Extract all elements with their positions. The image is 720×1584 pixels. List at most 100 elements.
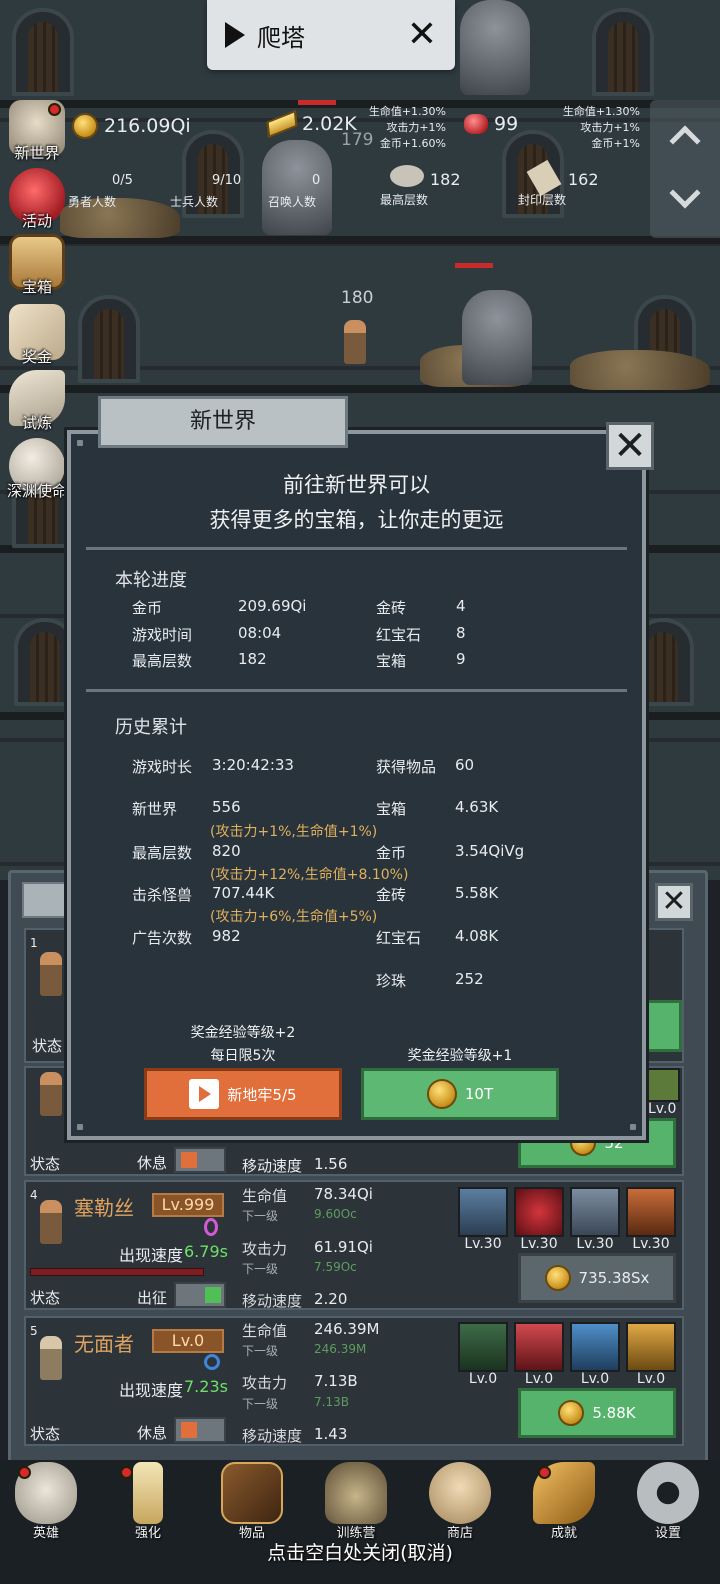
- stat-value: 252: [455, 970, 484, 988]
- appear-speed-value: 7.23s: [184, 1377, 228, 1396]
- enemy-hp-bar: [455, 263, 493, 268]
- bonus-line: 金币+1.60%: [379, 137, 446, 150]
- nav-shop[interactable]: 商店: [420, 1462, 500, 1541]
- chevron-up-icon[interactable]: [669, 125, 701, 157]
- ruby-value: 99: [494, 113, 519, 135]
- modal-title: 新世界: [98, 396, 348, 448]
- chevron-down-icon[interactable]: [669, 177, 701, 209]
- helmet-icon[interactable]: [626, 1322, 676, 1372]
- gold-button-label: 10T: [464, 1085, 494, 1103]
- boots-icon[interactable]: [570, 1322, 620, 1372]
- equipment-level: Lv.30: [520, 1236, 558, 1252]
- new-dungeon-ad-button[interactable]: 新地牢5/5: [144, 1068, 342, 1120]
- atk-label: 攻击力: [242, 1374, 288, 1392]
- move-speed-label: 移动速度: [242, 1157, 303, 1175]
- stat-value: 4.08K: [455, 927, 499, 945]
- side-item-abyss-mission[interactable]: 深渊使命: [2, 438, 72, 501]
- stat-label: 宝箱: [376, 652, 407, 670]
- stat-value: 4.63K: [455, 798, 499, 816]
- appear-speed-value: 6.79s: [184, 1242, 228, 1261]
- new-world-gold-button[interactable]: 10T: [361, 1068, 559, 1120]
- toggle-knob: [181, 1422, 197, 1438]
- side-item-label: 试炼: [21, 414, 52, 432]
- stat-value: 982: [212, 927, 241, 945]
- nav-training-camp[interactable]: 训练营: [316, 1462, 396, 1541]
- atk-label: 攻击力: [242, 1240, 288, 1258]
- video-ad-icon: [189, 1079, 220, 1109]
- side-item-label: 奖金: [21, 348, 52, 366]
- stat-value: 8: [456, 624, 466, 642]
- stat-bonus: (攻击力+1%,生命值+1%): [210, 824, 378, 840]
- equipment-level: Lv.30: [464, 1236, 502, 1252]
- notification-dot: [18, 1466, 31, 1479]
- equipment-level: Lv.0: [468, 1371, 498, 1387]
- stat-label: 宝箱: [376, 800, 407, 818]
- nav-settings[interactable]: 设置: [628, 1462, 708, 1541]
- dagger-icon[interactable]: [514, 1322, 564, 1372]
- move-speed-value: 1.43: [314, 1425, 348, 1443]
- close-icon[interactable]: ✕: [407, 17, 437, 53]
- side-item-new-world[interactable]: 新世界: [2, 100, 72, 163]
- side-item-chest[interactable]: 宝箱: [2, 234, 72, 297]
- stat-label: 最高层数: [132, 844, 193, 862]
- stat-label: 金币: [376, 844, 407, 862]
- ad-offer-limit: 每日限5次: [210, 1048, 276, 1064]
- upgrade-cost: 5.88K: [592, 1404, 636, 1422]
- side-item-events[interactable]: 活动: [2, 168, 72, 231]
- side-item-trial[interactable]: 试炼: [2, 370, 72, 433]
- claw-icon[interactable]: [514, 1187, 564, 1237]
- hero-state-value: 休息: [137, 1154, 168, 1172]
- equipment-slot-partial[interactable]: [646, 1068, 680, 1102]
- bonus-line: 生命值+1.30%: [562, 105, 640, 118]
- gold-bar-icon: [266, 109, 298, 139]
- hero-sprite: [344, 320, 366, 364]
- gold-bar-counter: 2.02K: [266, 109, 357, 139]
- gear-icon: [637, 1462, 699, 1524]
- hero-portrait: [40, 1336, 62, 1380]
- nav-items[interactable]: 物品: [212, 1462, 292, 1541]
- stat-label: 金砖: [376, 886, 407, 904]
- deploy-toggle[interactable]: [174, 1417, 226, 1443]
- next-level-label: 下一级: [242, 1262, 279, 1276]
- shield-icon[interactable]: [458, 1187, 508, 1237]
- atk-value: 7.13B: [314, 1372, 358, 1390]
- upgrade-button-partial[interactable]: [642, 1000, 682, 1052]
- floor-scroll-panel: [650, 100, 720, 238]
- deploy-toggle[interactable]: [174, 1282, 226, 1308]
- nav-achievements[interactable]: 成就: [524, 1462, 604, 1541]
- hero-upgrade-button[interactable]: 735.38Sx: [518, 1253, 676, 1303]
- modal-intro-line: 前往新世界可以: [283, 473, 430, 497]
- side-item-label: 新世界: [14, 144, 60, 162]
- side-item-bonus[interactable]: 奖金: [2, 304, 72, 367]
- hero-state-value: 出征: [137, 1289, 168, 1307]
- gold-bar-value: 2.02K: [302, 113, 357, 135]
- stat-label: 新世界: [132, 800, 178, 818]
- stat-label: 游戏时长: [132, 758, 193, 776]
- modal-close-button[interactable]: ✕: [606, 422, 654, 470]
- stat-value: 209.69Qi: [238, 597, 307, 615]
- deploy-toggle[interactable]: [174, 1147, 226, 1173]
- appear-speed-label: 出现速度: [119, 1381, 184, 1400]
- hp-label: 生命值: [242, 1322, 288, 1340]
- boots-icon[interactable]: [570, 1187, 620, 1237]
- hp-label: 生命值: [242, 1187, 288, 1205]
- monster-sprite: [462, 290, 532, 385]
- stat-value: 182: [238, 650, 267, 668]
- sealed-floor-value: 162: [568, 170, 599, 189]
- gold-coin-icon: [72, 113, 98, 139]
- stat-label: 金砖: [376, 599, 407, 617]
- sword-icon[interactable]: [458, 1322, 508, 1372]
- notification-dot: [48, 103, 61, 116]
- helmet-icon[interactable]: [626, 1187, 676, 1237]
- hero-panel-close-button[interactable]: ✕: [655, 883, 693, 921]
- hero-index: 5: [30, 1324, 38, 1338]
- dungeon-door: [12, 8, 74, 96]
- hero-upgrade-button[interactable]: 5.88K: [518, 1388, 676, 1438]
- stat-label: 红宝石: [376, 626, 422, 644]
- play-icon[interactable]: [225, 22, 245, 48]
- toggle-knob: [181, 1152, 197, 1168]
- tower-mode-bar[interactable]: 爬塔 ✕: [207, 0, 455, 70]
- stat-label: 获得物品: [376, 758, 437, 776]
- atk-next-value: 7.59Oc: [314, 1260, 357, 1274]
- hp-next-value: 246.39M: [314, 1342, 367, 1356]
